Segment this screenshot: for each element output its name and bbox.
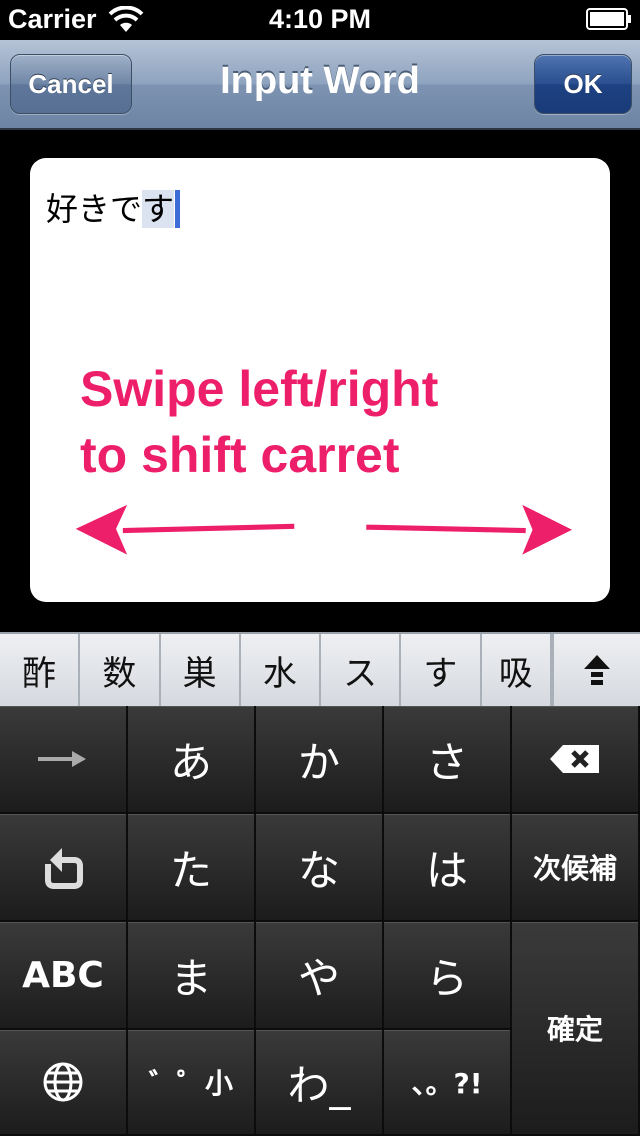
clock: 4:10 PM <box>268 4 372 34</box>
kana-key[interactable]: か <box>256 706 384 814</box>
status-bar: Carrier 4:10 PM <box>0 0 640 40</box>
backspace-icon <box>550 745 599 773</box>
swipe-hint-line2: to shift carret <box>80 427 400 483</box>
kana-key[interactable]: さ <box>384 706 512 814</box>
kana-key[interactable]: わ_ <box>256 1030 384 1136</box>
kana-key[interactable]: な <box>256 814 384 922</box>
kana-key[interactable]: ま <box>128 922 256 1030</box>
dakuten-key[interactable]: ゛゜小 <box>128 1030 256 1136</box>
navigation-bar: Cancel Input Word OK <box>0 40 640 130</box>
candidate[interactable]: す <box>401 634 482 706</box>
confirm-key[interactable]: 確定 <box>512 922 640 1136</box>
abc-key[interactable]: ABC <box>0 922 128 1030</box>
candidate[interactable]: 数 <box>80 634 161 706</box>
arrow-right-icon <box>38 751 86 767</box>
expand-candidates-button[interactable] <box>551 634 640 706</box>
next-candidate-key[interactable]: 次候補 <box>512 814 640 922</box>
kana-key[interactable]: あ <box>128 706 256 814</box>
keyboard: あ か さ た な は 次候補 ABC ま や ら 確定 ゛゜小 わ_ 、。?! <box>0 706 640 1136</box>
undo-key[interactable] <box>0 814 128 922</box>
kana-key[interactable]: ら <box>384 922 512 1030</box>
candidate[interactable]: 酢 <box>0 634 81 706</box>
cursor-right-key[interactable] <box>0 706 128 814</box>
kana-key[interactable]: や <box>256 922 384 1030</box>
battery-icon <box>586 8 631 30</box>
input-text[interactable]: 好きです <box>46 184 181 230</box>
candidate[interactable]: 吸 <box>482 634 552 706</box>
candidate[interactable]: 巣 <box>161 634 241 706</box>
swipe-hint-line1: Swipe left/right <box>80 361 439 417</box>
left-arrow-icon <box>75 504 295 555</box>
globe-icon <box>43 1062 83 1102</box>
ok-button[interactable]: OK <box>534 54 632 114</box>
expand-up-icon <box>584 655 610 685</box>
swipe-arrows <box>75 504 572 555</box>
text-caret <box>175 190 181 228</box>
candidate-bar: 酢 数 巣 水 ス す 吸 <box>0 632 640 708</box>
input-text-before: 好きで <box>46 190 143 228</box>
right-arrow-icon <box>366 504 572 555</box>
candidate[interactable]: 水 <box>241 634 321 706</box>
swipe-hint: Swipe left/right to shift carret <box>80 356 438 488</box>
punctuation-key[interactable]: 、。?! <box>384 1030 512 1136</box>
input-text-selected: す <box>142 190 175 228</box>
kana-key[interactable]: た <box>128 814 256 922</box>
undo-icon <box>45 848 83 889</box>
globe-key[interactable] <box>0 1030 128 1136</box>
backspace-key[interactable] <box>512 706 640 814</box>
kana-key[interactable]: は <box>384 814 512 922</box>
candidate[interactable]: ス <box>321 634 402 706</box>
